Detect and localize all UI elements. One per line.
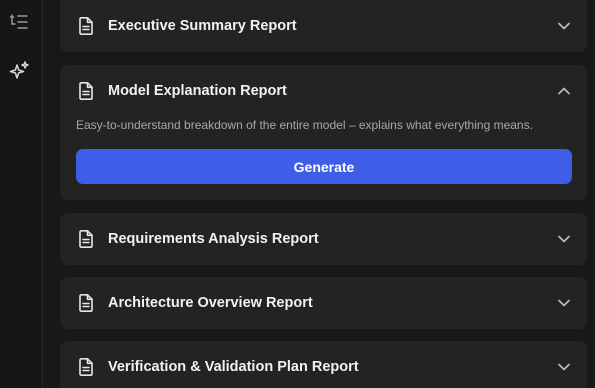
- document-icon: [79, 294, 93, 312]
- report-card-header[interactable]: Verification & Validation Plan Report: [60, 341, 587, 388]
- document-icon: [79, 230, 93, 248]
- outline-list-icon: [9, 14, 28, 29]
- report-card-header[interactable]: Architecture Overview Report: [60, 277, 587, 329]
- chevron-up-icon[interactable]: [557, 84, 571, 98]
- sparkle-ai-icon: [9, 61, 29, 79]
- report-card-verification-validation: Verification & Validation Plan Report: [60, 341, 587, 388]
- document-icon: [79, 17, 93, 35]
- app-window: Executive Summary Report Model Explanati…: [0, 0, 595, 388]
- report-description: Easy-to-understand breakdown of the enti…: [76, 118, 533, 132]
- report-card-executive-summary: Executive Summary Report: [60, 0, 587, 52]
- chevron-down-icon[interactable]: [557, 296, 571, 310]
- chevron-down-icon[interactable]: [557, 19, 571, 33]
- chevron-down-icon[interactable]: [557, 360, 571, 374]
- report-title: Model Explanation Report: [108, 83, 287, 99]
- report-title: Architecture Overview Report: [108, 295, 313, 311]
- report-title: Requirements Analysis Report: [108, 231, 319, 247]
- report-card-header[interactable]: Executive Summary Report: [60, 0, 587, 52]
- chevron-down-icon[interactable]: [557, 232, 571, 246]
- document-icon: [79, 82, 93, 100]
- report-card-architecture-overview: Architecture Overview Report: [60, 277, 587, 329]
- reports-panel: Executive Summary Report Model Explanati…: [44, 0, 595, 388]
- outline-list-button[interactable]: [8, 11, 30, 33]
- left-rail: [0, 0, 43, 388]
- report-card-header[interactable]: Requirements Analysis Report: [60, 213, 587, 265]
- ai-sparkle-button[interactable]: [8, 60, 30, 82]
- report-card-requirements-analysis: Requirements Analysis Report: [60, 213, 587, 265]
- report-title: Verification & Validation Plan Report: [108, 359, 359, 375]
- report-card-model-explanation: Model Explanation Report Easy-to-underst…: [60, 65, 587, 200]
- report-title: Executive Summary Report: [108, 18, 297, 34]
- report-card-header[interactable]: Model Explanation Report: [60, 65, 587, 117]
- document-icon: [79, 358, 93, 376]
- generate-button[interactable]: Generate: [76, 149, 572, 184]
